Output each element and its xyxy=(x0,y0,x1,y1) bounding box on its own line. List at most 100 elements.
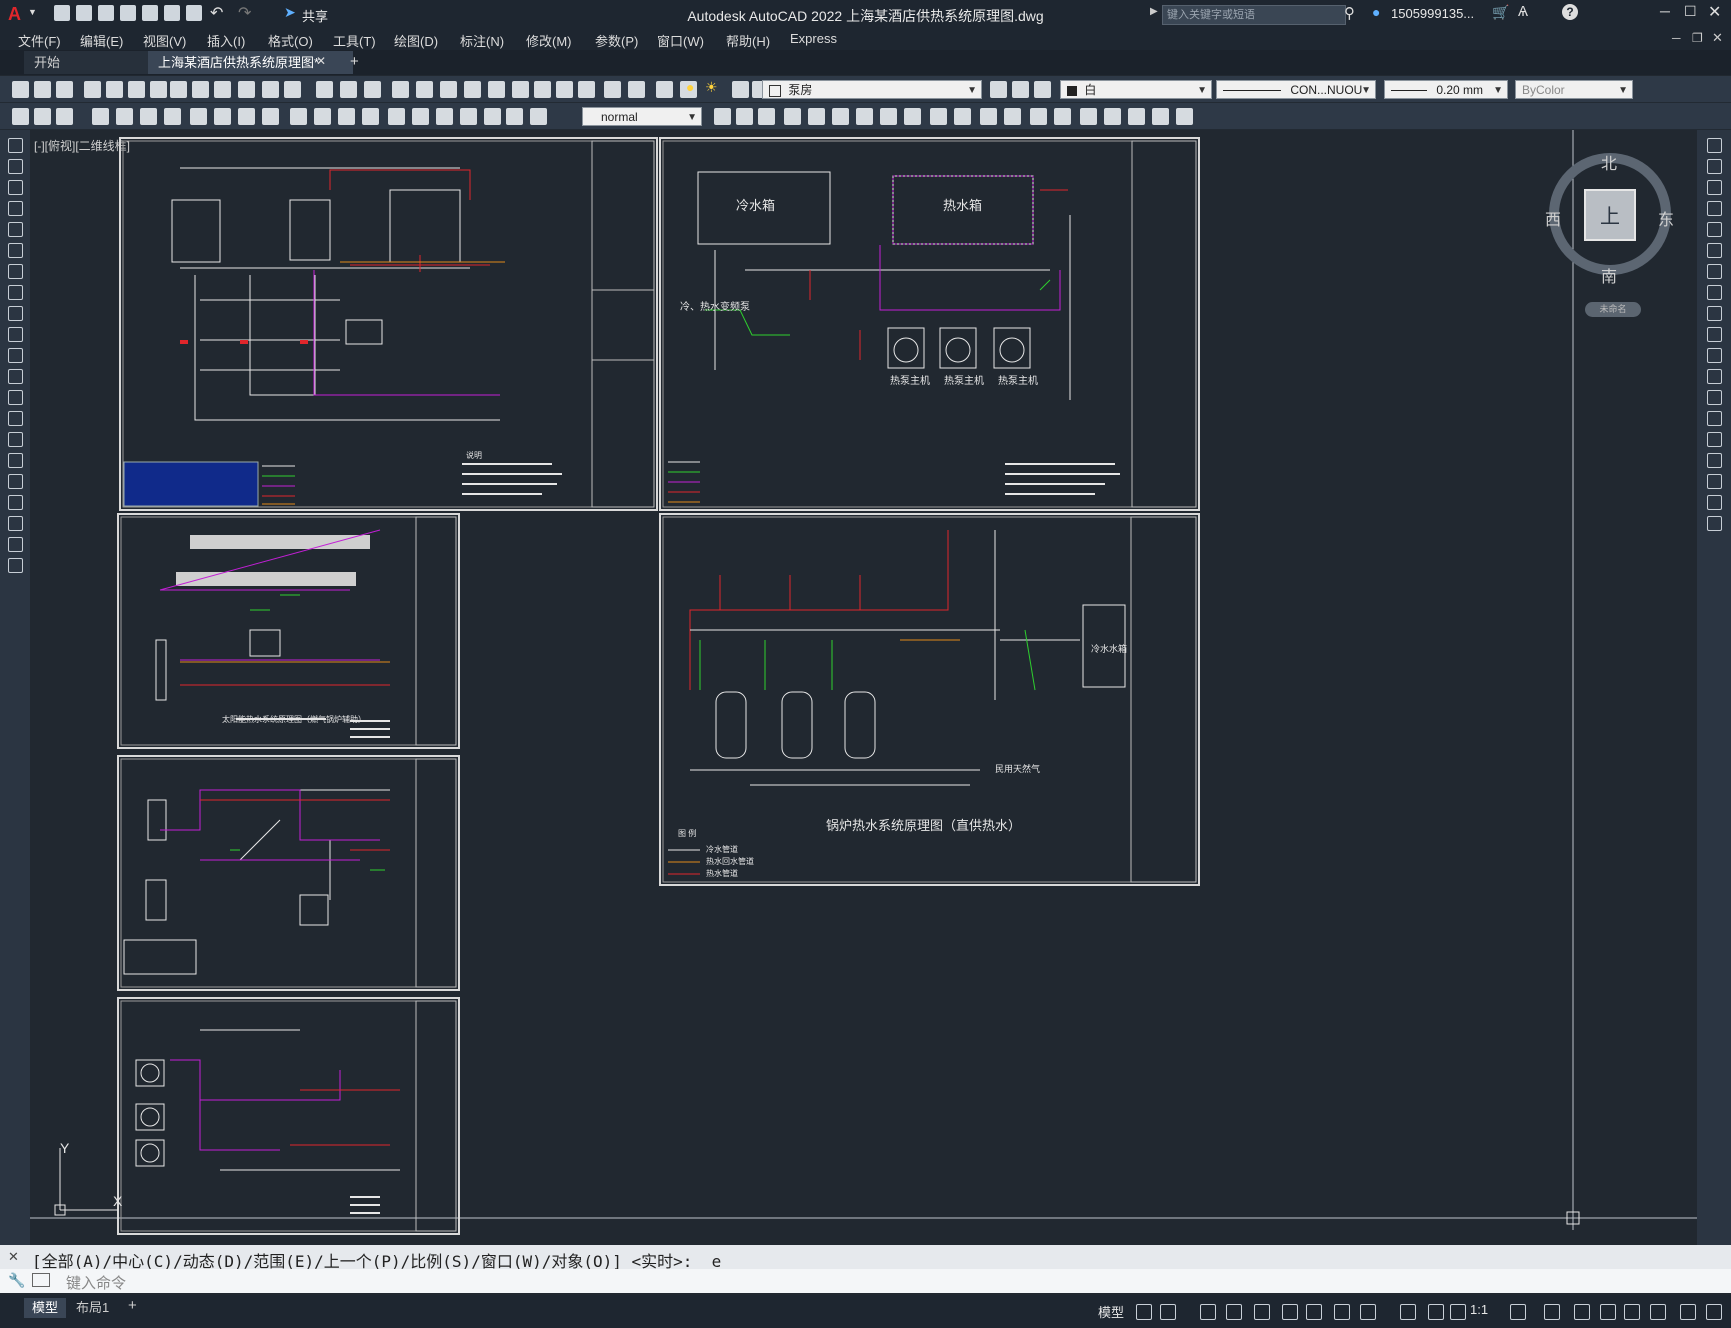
viewcube-east[interactable]: 东 xyxy=(1658,206,1674,230)
status-toggle-icon[interactable] xyxy=(1428,1304,1444,1320)
autodesk-app-icon[interactable]: Ѧ xyxy=(1518,3,1528,20)
toolbar-tool-icon[interactable] xyxy=(880,108,897,125)
toolbar-tool-icon[interactable] xyxy=(758,108,775,125)
draw-tool-icon[interactable] xyxy=(8,243,23,258)
modify-tool-icon[interactable] xyxy=(1707,432,1722,447)
toolbar-tool-icon[interactable] xyxy=(290,108,307,125)
modify-tool-icon[interactable] xyxy=(1707,411,1722,426)
toolbar-tool-icon[interactable] xyxy=(628,81,645,98)
toolbar-tool-icon[interactable] xyxy=(412,108,429,125)
toolbar-tool-icon[interactable] xyxy=(1004,108,1021,125)
lineweight-dropdown[interactable]: 0.20 mm ▼ xyxy=(1384,80,1508,99)
menu-express[interactable]: Express xyxy=(790,31,837,46)
draw-tool-icon[interactable] xyxy=(8,558,23,573)
toolbar-tool-icon[interactable] xyxy=(512,81,529,98)
toolbar-tool-icon[interactable] xyxy=(460,108,477,125)
toolbar-tool-icon[interactable] xyxy=(262,108,279,125)
toolbar-tool-icon[interactable] xyxy=(784,108,801,125)
help-icon[interactable]: ? xyxy=(1562,4,1578,20)
command-settings-icon[interactable]: 🔧 xyxy=(8,1272,25,1289)
status-toggle-icon[interactable] xyxy=(1650,1304,1666,1320)
toolbar-tool-icon[interactable] xyxy=(732,81,749,98)
draw-tool-icon[interactable] xyxy=(8,159,23,174)
toolbar-tool-icon[interactable] xyxy=(464,81,481,98)
plotstyle-dropdown[interactable]: ByColor ▼ xyxy=(1515,80,1633,99)
doc-restore-icon[interactable]: ❐ xyxy=(1692,31,1703,45)
new-tab-button[interactable]: + xyxy=(350,53,359,70)
toolbar-tool-icon[interactable] xyxy=(56,108,73,125)
toolbar-tool-icon[interactable] xyxy=(56,81,73,98)
model-space-button[interactable]: 模型 xyxy=(1098,1302,1124,1321)
viewcube-south[interactable]: 南 xyxy=(1601,263,1617,287)
toolbar-tool-icon[interactable] xyxy=(92,108,109,125)
layer-state-icon[interactable] xyxy=(990,81,1007,98)
status-toggle-icon[interactable] xyxy=(1510,1304,1526,1320)
draw-tool-icon[interactable] xyxy=(8,369,23,384)
ucs-menu-button[interactable]: 未命名 xyxy=(1585,302,1641,317)
toolbar-tool-icon[interactable] xyxy=(34,108,51,125)
menu-insert[interactable]: 插入(I) xyxy=(207,31,245,50)
user-name[interactable]: 1505999135... xyxy=(1391,6,1474,21)
status-toggle-icon[interactable] xyxy=(1160,1304,1176,1320)
linetype-dropdown[interactable]: CON...NUOU ▼ xyxy=(1216,80,1376,99)
draw-tool-icon[interactable] xyxy=(8,327,23,342)
status-toggle-icon[interactable] xyxy=(1706,1304,1722,1320)
toolbar-tool-icon[interactable] xyxy=(116,108,133,125)
status-toggle-icon[interactable] xyxy=(1334,1304,1350,1320)
command-close-icon[interactable]: ✕ xyxy=(8,1249,19,1265)
status-toggle-icon[interactable] xyxy=(1226,1304,1242,1320)
status-toggle-icon[interactable] xyxy=(1200,1304,1216,1320)
toolbar-tool-icon[interactable] xyxy=(12,81,29,98)
layer-previous-icon[interactable] xyxy=(1034,81,1051,98)
modify-tool-icon[interactable] xyxy=(1707,495,1722,510)
toolbar-tool-icon[interactable] xyxy=(534,81,551,98)
toolbar-tool-icon[interactable] xyxy=(284,81,301,98)
viewcube-north[interactable]: 北 xyxy=(1601,150,1617,174)
toolbar-tool-icon[interactable] xyxy=(578,81,595,98)
modify-tool-icon[interactable] xyxy=(1707,474,1722,489)
toolbar-tool-icon[interactable] xyxy=(12,108,29,125)
viewcube-west[interactable]: 西 xyxy=(1545,206,1561,230)
menu-dimension[interactable]: 标注(N) xyxy=(460,31,504,50)
toolbar-tool-icon[interactable] xyxy=(530,108,547,125)
menu-help[interactable]: 帮助(H) xyxy=(726,31,770,50)
toolbar-tool-icon[interactable] xyxy=(338,108,355,125)
color-dropdown[interactable]: 白 ▼ xyxy=(1060,80,1212,99)
modify-tool-icon[interactable] xyxy=(1707,516,1722,531)
modify-tool-icon[interactable] xyxy=(1707,348,1722,363)
toolbar-tool-icon[interactable] xyxy=(1152,108,1169,125)
modify-tool-icon[interactable] xyxy=(1707,264,1722,279)
toolbar-tool-icon[interactable] xyxy=(954,108,971,125)
status-toggle-icon[interactable] xyxy=(1544,1304,1560,1320)
toolbar-tool-icon[interactable] xyxy=(1054,108,1071,125)
menu-tools[interactable]: 工具(T) xyxy=(333,31,376,50)
toolbar-tool-icon[interactable] xyxy=(604,81,621,98)
layer-dropdown[interactable]: 泵房 ▼ xyxy=(762,80,982,99)
cart-icon[interactable]: 🛒 xyxy=(1492,4,1509,21)
add-layout-button[interactable]: + xyxy=(128,1297,137,1314)
modify-tool-icon[interactable] xyxy=(1707,222,1722,237)
toolbar-tool-icon[interactable] xyxy=(930,108,947,125)
draw-tool-icon[interactable] xyxy=(8,348,23,363)
toolbar-tool-icon[interactable] xyxy=(238,81,255,98)
doc-close-icon[interactable]: ✕ xyxy=(1712,30,1723,46)
status-toggle-icon[interactable] xyxy=(1600,1304,1616,1320)
draw-tool-icon[interactable] xyxy=(8,516,23,531)
modify-tool-icon[interactable] xyxy=(1707,306,1722,321)
modify-tool-icon[interactable] xyxy=(1707,138,1722,153)
layer-bulb-icon[interactable]: ● xyxy=(686,79,694,95)
command-input[interactable]: 键入命令 xyxy=(66,1272,1716,1293)
menu-file[interactable]: 文件(F) xyxy=(18,31,61,50)
toolbar-tool-icon[interactable] xyxy=(506,108,523,125)
toolbar-tool-icon[interactable] xyxy=(392,81,409,98)
toolbar-tool-icon[interactable] xyxy=(1176,108,1193,125)
menu-modify[interactable]: 修改(M) xyxy=(526,31,572,50)
maximize-icon[interactable]: ☐ xyxy=(1684,3,1697,20)
toolbar-tool-icon[interactable] xyxy=(84,81,101,98)
status-toggle-icon[interactable] xyxy=(1254,1304,1270,1320)
close-icon[interactable]: ✕ xyxy=(1708,2,1721,22)
status-toggle-icon[interactable] xyxy=(1282,1304,1298,1320)
status-toggle-icon[interactable] xyxy=(1624,1304,1640,1320)
toolbar-tool-icon[interactable] xyxy=(34,81,51,98)
draw-tool-icon[interactable] xyxy=(8,264,23,279)
